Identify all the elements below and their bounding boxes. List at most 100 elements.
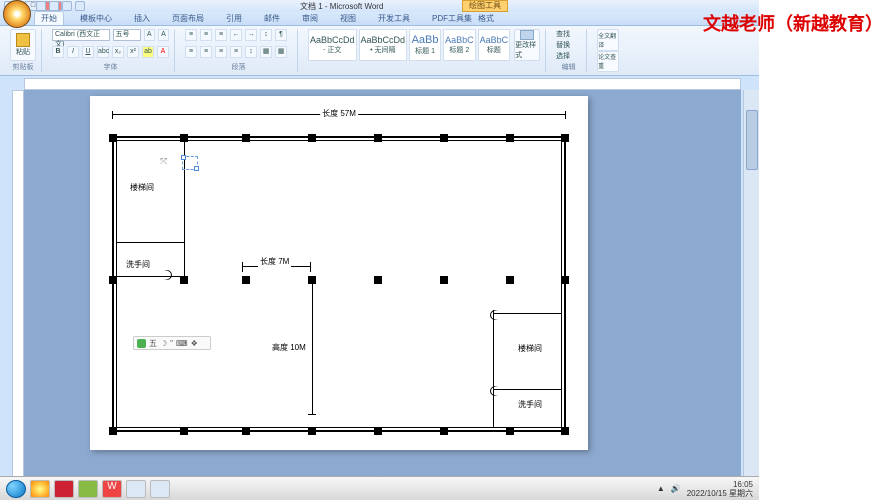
- app-window: 文档 1 - Microsoft Word ‒ □ × 绘图工具 开始 模板中心…: [0, 0, 759, 500]
- selected-shape[interactable]: [182, 156, 198, 170]
- sort-button[interactable]: ↕: [260, 29, 272, 41]
- horizontal-ruler[interactable]: [24, 78, 741, 90]
- grow-font-button[interactable]: A: [144, 29, 155, 41]
- style-heading2[interactable]: AaBbC标题 2: [443, 29, 476, 61]
- align-center-button[interactable]: ≡: [200, 46, 212, 58]
- column: [109, 134, 117, 142]
- vertical-scrollbar[interactable]: [743, 90, 759, 482]
- ime-settings-icon[interactable]: ❖: [191, 339, 198, 348]
- style-normal[interactable]: AaBbCcDd- 正文: [308, 29, 357, 61]
- floorplan: 长度 57M 楼梯间 洗手间 ⤧: [112, 114, 566, 432]
- numbering-button[interactable]: ≡: [200, 29, 212, 41]
- style-nospacing[interactable]: AaBbCcDd• 无间隔: [359, 29, 408, 61]
- align-right-button[interactable]: ≡: [215, 46, 227, 58]
- paste-button[interactable]: 粘贴: [10, 29, 36, 61]
- office-orb[interactable]: [3, 0, 31, 28]
- clipboard-group-label: 剪贴板: [10, 62, 36, 72]
- vertical-ruler[interactable]: [12, 90, 24, 482]
- indent-inc-button[interactable]: →: [245, 29, 257, 41]
- wall: [116, 276, 184, 277]
- strike-button[interactable]: abc: [97, 46, 109, 58]
- tab-mail[interactable]: 邮件: [258, 12, 286, 25]
- align-left-button[interactable]: ≡: [185, 46, 197, 58]
- tab-pdf-tools[interactable]: PDF工具集: [426, 12, 478, 25]
- scroll-thumb[interactable]: [746, 110, 758, 170]
- style-label: • 无间隔: [370, 45, 395, 55]
- group-styles: AaBbCcDd- 正文 AaBbCcDd• 无间隔 AaBb标题 1 AaBb…: [303, 29, 546, 72]
- font-family-select[interactable]: Calibri (西文正文): [52, 29, 110, 41]
- tray-icon[interactable]: 🔊: [671, 484, 681, 493]
- titlebar: 文档 1 - Microsoft Word ‒ □ ×: [0, 0, 759, 12]
- highlight-button[interactable]: ab: [142, 46, 154, 58]
- tab-insert[interactable]: 插入: [128, 12, 156, 25]
- borders-button[interactable]: ▦: [275, 46, 287, 58]
- select-button[interactable]: 选择: [556, 51, 581, 61]
- shrink-font-button[interactable]: A: [158, 29, 169, 41]
- tab-page-layout[interactable]: 页面布局: [166, 12, 210, 25]
- bold-button[interactable]: B: [52, 46, 64, 58]
- bullets-button[interactable]: ≡: [185, 29, 197, 41]
- line-spacing-button[interactable]: ↕: [245, 46, 257, 58]
- taskbar-word-icon[interactable]: [126, 480, 146, 498]
- indent-dec-button[interactable]: ←: [230, 29, 242, 41]
- font-color-button[interactable]: A: [157, 46, 169, 58]
- papercheck-button[interactable]: 论文查重: [597, 51, 619, 73]
- shading-button[interactable]: ▦: [260, 46, 272, 58]
- ime-toolbar[interactable]: 五 ☽ " ⌨ ❖: [133, 336, 211, 350]
- ime-moon-icon[interactable]: ☽: [160, 339, 167, 348]
- dim-label-top: 长度 57M: [320, 108, 358, 119]
- subscript-button[interactable]: x₂: [112, 46, 124, 58]
- font-size-select[interactable]: 五号: [113, 29, 141, 41]
- ime-logo-icon: [137, 339, 146, 348]
- justify-button[interactable]: ≡: [230, 46, 242, 58]
- column: [242, 276, 250, 284]
- show-marks-button[interactable]: ¶: [275, 29, 287, 41]
- tab-templates[interactable]: 模板中心: [74, 12, 118, 25]
- style-heading1[interactable]: AaBb标题 1: [409, 29, 441, 61]
- underline-button[interactable]: U: [82, 46, 94, 58]
- wall: [494, 313, 562, 314]
- change-styles-icon: [520, 30, 534, 40]
- qat-redo-icon[interactable]: [62, 1, 72, 11]
- tab-view[interactable]: 视图: [334, 12, 362, 25]
- clock-date[interactable]: 2022/10/15 星期六: [687, 489, 753, 498]
- taskbar-app-icon[interactable]: [30, 480, 50, 498]
- taskbar-wps-icon[interactable]: W: [102, 480, 122, 498]
- tab-review[interactable]: 审阅: [296, 12, 324, 25]
- italic-button[interactable]: I: [67, 46, 79, 58]
- drawing-tools-context-tab[interactable]: 绘图工具: [462, 0, 508, 12]
- taskbar-app-icon[interactable]: [54, 480, 74, 498]
- superscript-button[interactable]: x²: [127, 46, 139, 58]
- qat-save-icon[interactable]: [36, 1, 46, 11]
- taskbar-app-icon[interactable]: [150, 480, 170, 498]
- dim-label-height: 高度 10M: [270, 342, 308, 353]
- document-canvas[interactable]: 长度 57M 楼梯间 洗手间 ⤧: [24, 90, 741, 482]
- find-button[interactable]: 查找: [556, 29, 581, 39]
- start-button[interactable]: [6, 480, 26, 498]
- wall: [116, 242, 184, 243]
- taskbar-app-icon[interactable]: [78, 480, 98, 498]
- multilevel-button[interactable]: ≡: [215, 29, 227, 41]
- qat-print-icon[interactable]: [75, 1, 85, 11]
- column: [308, 427, 316, 435]
- wall: [184, 242, 185, 276]
- room-label-stair-br: 楼梯间: [518, 343, 542, 354]
- change-styles-button[interactable]: 更改样式: [514, 29, 540, 61]
- column: [308, 134, 316, 142]
- clock-time[interactable]: 16:05: [687, 480, 753, 489]
- tab-developer[interactable]: 开发工具: [372, 12, 416, 25]
- ime-punct-icon[interactable]: ": [170, 339, 173, 348]
- qat-undo-icon[interactable]: [49, 1, 59, 11]
- style-title[interactable]: AaBbC标题: [478, 29, 511, 61]
- column: [180, 134, 188, 142]
- tab-home[interactable]: 开始: [34, 11, 64, 25]
- tray-icon[interactable]: ▲: [657, 484, 665, 493]
- ime-mode-label[interactable]: 五: [149, 338, 157, 349]
- room-label-wash-l: 洗手间: [126, 259, 150, 270]
- ime-keyboard-icon[interactable]: ⌨: [176, 339, 188, 348]
- column: [374, 134, 382, 142]
- tab-references[interactable]: 引用: [220, 12, 248, 25]
- translate-button[interactable]: 全文翻译: [597, 29, 619, 51]
- replace-button[interactable]: 替换: [556, 40, 581, 50]
- tab-format[interactable]: 格式: [472, 12, 500, 25]
